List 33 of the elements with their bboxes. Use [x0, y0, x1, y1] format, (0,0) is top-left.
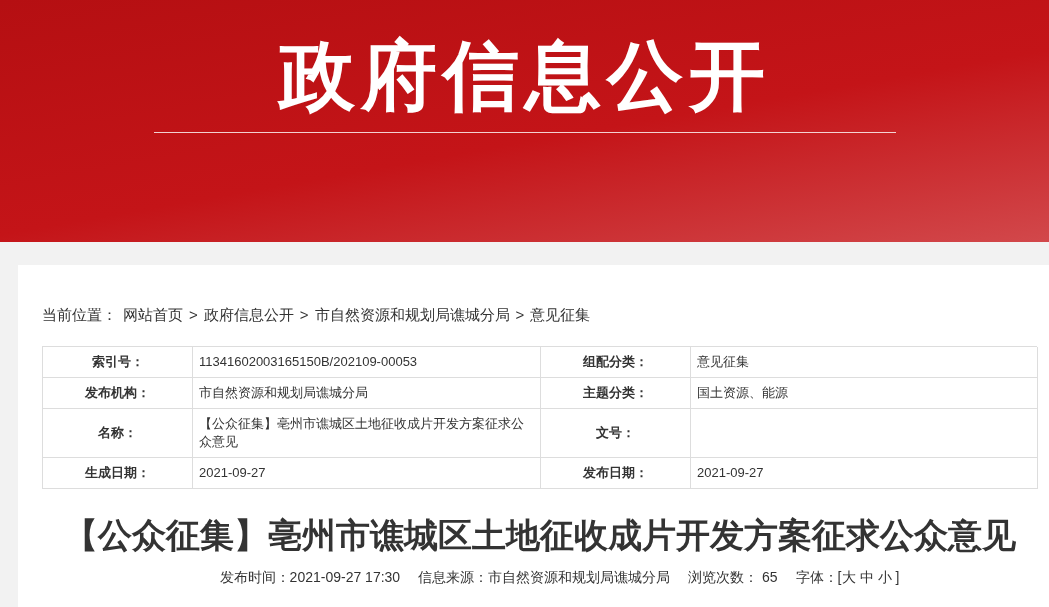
breadcrumb-link[interactable]: 网站首页 [123, 303, 183, 327]
meta-info: 发布时间：2021-09-27 17:30 [219, 568, 401, 587]
breadcrumb-link[interactable]: 政府信息公开 [203, 303, 294, 327]
article-title: 【公众征集】亳州市谯城区土地征收成片开发方案征求公众意见 [62, 515, 1017, 556]
breadcrumb-separator: > [515, 304, 525, 325]
field-value: 意见征集 [691, 347, 1038, 378]
meta-info: 浏览次数： 65 [688, 568, 778, 587]
font-size-link[interactable]: 小 [877, 567, 892, 588]
field-label: 主题分类： [541, 378, 691, 409]
field-label: 索引号： [43, 347, 193, 378]
breadcrumb-separator: > [299, 304, 309, 325]
field-value: 市自然资源和规划局谯城分局 [193, 378, 541, 409]
field-value: 【公众征集】亳州市谯城区土地征收成片开发方案征求公众意见 [193, 409, 541, 458]
field-value: 2021-09-27 [193, 458, 541, 489]
field-value: 11341602003165150B/202109-00053 [193, 347, 541, 378]
field-label: 发布日期： [541, 458, 691, 489]
field-label: 文号： [541, 409, 691, 458]
meta-info: 信息来源：市自然资源和规划局谯城分局 [418, 568, 671, 587]
banner-title: 政府信息公开 [278, 32, 771, 120]
field-label: 生成日期： [43, 458, 193, 489]
breadcrumb-link[interactable]: 意见征集 [530, 303, 591, 327]
breadcrumb-separator: > [189, 304, 198, 325]
breadcrumb-link[interactable]: 市自然资源和规划局谯城分局 [314, 303, 510, 327]
breadcrumb-label: 当前位置： [42, 304, 117, 325]
field-label: 组配分类： [541, 347, 691, 378]
bracket-text: ] [895, 568, 900, 587]
field-label: 发布机构： [43, 378, 193, 409]
field-value: 国土资源、能源 [691, 378, 1038, 409]
field-value: 2021-09-27 [691, 458, 1038, 489]
font-size-link[interactable]: 中 [859, 567, 874, 588]
font-size-label: 字体：[ [795, 568, 842, 587]
font-size-link[interactable]: 大 [841, 567, 856, 588]
field-label: 名称： [43, 409, 193, 458]
